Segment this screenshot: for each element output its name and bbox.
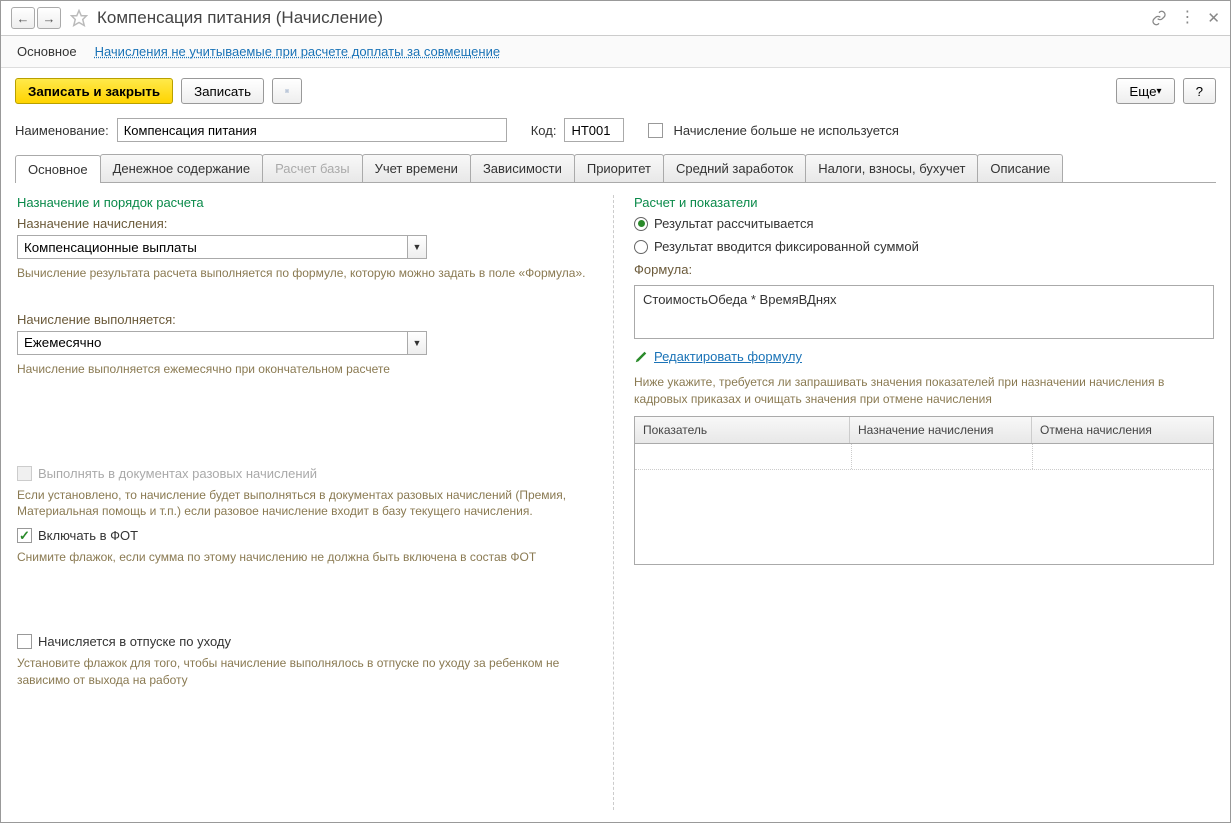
name-label: Наименование:: [15, 123, 109, 138]
vacation-checkbox[interactable]: [17, 634, 32, 649]
perform-dropdown-icon[interactable]: ▼: [407, 331, 427, 355]
formula-box[interactable]: СтоимостьОбеда * ВремяВДнях: [634, 285, 1214, 339]
oneoff-hint: Если установлено, то начисление будет вы…: [17, 487, 597, 521]
purpose-hint: Вычисление результата расчета выполняетс…: [17, 265, 597, 282]
tab-main[interactable]: Основное: [15, 155, 101, 183]
more-button[interactable]: Еще: [1116, 78, 1174, 104]
code-label: Код:: [531, 123, 557, 138]
table-row[interactable]: [635, 444, 1213, 470]
save-close-button[interactable]: Записать и закрыть: [15, 78, 173, 104]
purpose-label: Назначение начисления:: [17, 216, 597, 231]
radio-fixed-label: Результат вводится фиксированной суммой: [654, 239, 919, 254]
back-button[interactable]: ←: [11, 7, 35, 29]
table-hint: Ниже укажите, требуется ли запрашивать з…: [634, 374, 1214, 408]
tab-desc[interactable]: Описание: [977, 154, 1063, 182]
tab-tax[interactable]: Налоги, взносы, бухучет: [805, 154, 978, 182]
perform-hint: Начисление выполняется ежемесячно при ок…: [17, 361, 597, 378]
save-button[interactable]: Записать: [181, 78, 264, 104]
purpose-dropdown-icon[interactable]: ▼: [407, 235, 427, 259]
fot-label: Включать в ФОТ: [38, 528, 138, 543]
help-button[interactable]: ?: [1183, 78, 1216, 104]
perform-select[interactable]: [17, 331, 407, 355]
not-used-checkbox[interactable]: [648, 123, 663, 138]
oneoff-label: Выполнять в документах разовых начислени…: [38, 466, 317, 481]
th-cancel[interactable]: Отмена начисления: [1032, 417, 1213, 443]
menu-icon[interactable]: ⋮: [1179, 10, 1195, 26]
not-used-label: Начисление больше не используется: [673, 123, 898, 138]
tab-avg[interactable]: Средний заработок: [663, 154, 806, 182]
radio-calculated[interactable]: [634, 217, 648, 231]
list-button[interactable]: [272, 78, 302, 104]
pencil-icon: [634, 350, 648, 364]
oneoff-checkbox: [17, 466, 32, 481]
right-section-title: Расчет и показатели: [634, 195, 1214, 210]
th-assign[interactable]: Назначение начисления: [850, 417, 1032, 443]
radio-calculated-label: Результат рассчитывается: [654, 216, 814, 231]
nav-tab-exclusions[interactable]: Начисления не учитываемые при расчете до…: [95, 44, 501, 59]
name-input[interactable]: [117, 118, 507, 142]
radio-fixed[interactable]: [634, 240, 648, 254]
th-indicator[interactable]: Показатель: [635, 417, 850, 443]
tab-base: Расчет базы: [262, 154, 363, 182]
vacation-hint: Установите флажок для того, чтобы начисл…: [17, 655, 597, 689]
fot-checkbox[interactable]: ✓: [17, 528, 32, 543]
close-icon[interactable]: ✕: [1207, 9, 1220, 27]
perform-label: Начисление выполняется:: [17, 312, 597, 327]
formula-label: Формула:: [634, 262, 1214, 277]
nav-tab-main[interactable]: Основное: [17, 44, 77, 59]
purpose-select[interactable]: [17, 235, 407, 259]
tab-time[interactable]: Учет времени: [362, 154, 471, 182]
fot-hint: Снимите флажок, если сумма по этому начи…: [17, 549, 597, 566]
favorite-icon[interactable]: [69, 8, 89, 28]
link-icon[interactable]: [1151, 10, 1167, 26]
indicators-table: Показатель Назначение начисления Отмена …: [634, 416, 1214, 565]
code-input[interactable]: [564, 118, 624, 142]
tab-priority[interactable]: Приоритет: [574, 154, 664, 182]
tab-money[interactable]: Денежное содержание: [100, 154, 263, 182]
edit-formula-link[interactable]: Редактировать формулу: [654, 349, 802, 364]
tab-deps[interactable]: Зависимости: [470, 154, 575, 182]
left-section-title: Назначение и порядок расчета: [17, 195, 597, 210]
window-title: Компенсация питания (Начисление): [97, 8, 1151, 28]
vacation-label: Начисляется в отпуске по уходу: [38, 634, 231, 649]
forward-button[interactable]: →: [37, 7, 61, 29]
